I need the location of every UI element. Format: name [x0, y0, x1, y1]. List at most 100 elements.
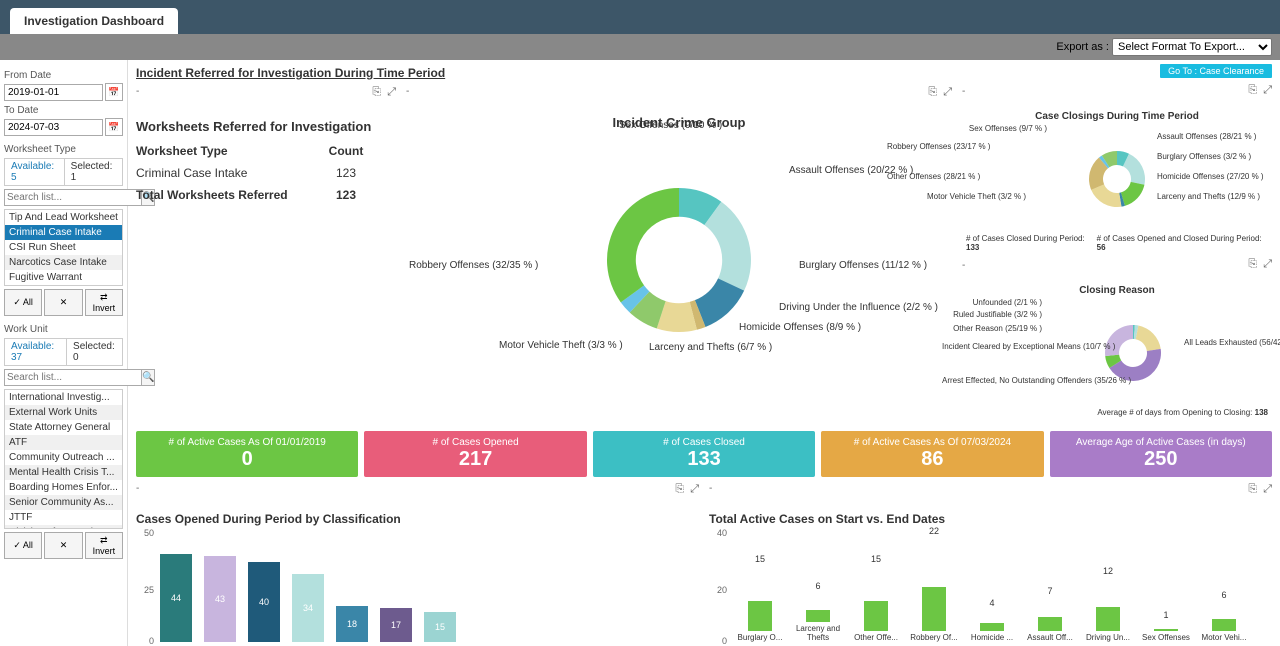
export-icon[interactable]: ⎘ — [1248, 84, 1257, 97]
selected-count[interactable]: Selected: 1 — [65, 158, 123, 186]
mini-label: Ruled Justifiable (3/2 % ) — [942, 310, 1042, 319]
kpi-value: 86 — [825, 448, 1039, 471]
filter-sidebar: From Date 📅 To Date 📅 Worksheet Type Ava… — [0, 60, 128, 646]
list-item[interactable]: Boarding Homes Enfor... — [5, 480, 122, 495]
export-icon[interactable]: ⎘ — [928, 86, 937, 99]
tab-investigation[interactable]: Investigation Dashboard — [10, 8, 178, 34]
export-icon[interactable]: ⎘ — [1248, 483, 1257, 496]
bar[interactable]: 1Sex Offenses — [1139, 629, 1193, 642]
list-item[interactable]: Fugitive Warrant — [5, 270, 122, 285]
list-item[interactable]: Mental Health Crisis T... — [5, 465, 122, 480]
list-item[interactable]: International Investig... — [5, 390, 122, 405]
kpi-row: # of Active Cases As Of 01/01/20190# of … — [136, 431, 1272, 477]
cases-opened-panel: ⎘⤢ - Cases Opened During Period by Class… — [136, 483, 699, 642]
list-item[interactable]: Senior Community As... — [5, 495, 122, 510]
bar[interactable]: 17 — [380, 608, 412, 642]
bar[interactable]: 44 — [160, 554, 192, 642]
list-item[interactable]: Division of Corrections — [5, 525, 122, 529]
list-item[interactable]: Community Outreach ... — [5, 450, 122, 465]
list-item[interactable]: CSI Run Sheet — [5, 240, 122, 255]
closings-title: Case Closings During Time Period — [962, 111, 1272, 122]
from-date-input[interactable] — [4, 84, 103, 101]
invert-button[interactable]: ⇄ Invert — [85, 532, 123, 559]
bar[interactable]: 6Motor Vehi... — [1197, 619, 1251, 642]
selected-count[interactable]: Selected: 0 — [67, 338, 123, 366]
donut-label: Sex Offenses (9/10 % ) — [619, 120, 722, 131]
export-icon[interactable]: ⎘ — [1248, 258, 1257, 271]
expand-icon[interactable]: ⤢ — [1263, 84, 1272, 97]
bar[interactable]: 6Larceny and Thefts — [791, 610, 845, 642]
kpi-card: # of Cases Closed133 — [593, 431, 815, 477]
mini-label: Other Offenses (28/21 % ) — [887, 172, 977, 181]
calendar-icon[interactable]: 📅 — [105, 118, 123, 136]
mini-label: All Leads Exhausted (56/42 % ) — [1184, 338, 1280, 347]
bar[interactable]: 43 — [204, 556, 236, 642]
crime-group-panel: ⎘⤢ - Incident Crime Group Sex Offenses (… — [406, 86, 952, 425]
donut-label: Larceny and Thefts (6/7 % ) — [649, 342, 772, 353]
available-count[interactable]: Available: 37 — [4, 338, 67, 366]
list-item[interactable]: ATF — [5, 435, 122, 450]
export-select[interactable]: Select Format To Export... — [1112, 38, 1272, 56]
all-button[interactable]: ✓ All — [4, 532, 42, 559]
bar[interactable]: 22Robbery Of... — [907, 587, 961, 642]
mini-label: Unfounded (2/1 % ) — [942, 298, 1042, 307]
page-title: Incident Referred for Investigation Duri… — [136, 66, 1272, 80]
export-icon[interactable]: ⎘ — [675, 483, 684, 496]
kpi-title: # of Cases Closed — [597, 437, 811, 448]
clear-button[interactable]: ✕ — [44, 532, 82, 559]
closings-donut[interactable] — [1082, 144, 1152, 214]
clear-button[interactable]: ✕ — [44, 289, 82, 316]
kpi-card: # of Active Cases As Of 01/01/20190 — [136, 431, 358, 477]
active-cases-panel: ⎘⤢ - Total Active Cases on Start vs. End… — [709, 483, 1272, 642]
mini-label: Assault Offenses (28/21 % ) — [1157, 132, 1256, 141]
donut-label: Motor Vehicle Theft (3/3 % ) — [499, 340, 623, 351]
worksheet-type-list[interactable]: Tip And Lead WorksheetCriminal Case Inta… — [4, 209, 123, 286]
kpi-value: 133 — [597, 448, 811, 471]
mini-label: Burglary Offenses (3/2 % ) — [1157, 152, 1251, 161]
donut-label: Burglary Offenses (11/12 % ) — [799, 260, 927, 271]
mini-label: Sex Offenses (9/7 % ) — [957, 124, 1047, 133]
expand-icon[interactable]: ⤢ — [1263, 483, 1272, 496]
worksheet-search-input[interactable] — [4, 189, 142, 206]
bar[interactable]: 12Driving Un... — [1081, 607, 1135, 642]
list-item[interactable]: Tip And Lead Worksheet — [5, 210, 122, 225]
kpi-card: # of Cases Opened217 — [364, 431, 586, 477]
export-icon[interactable]: ⎘ — [372, 86, 381, 99]
closing-reason-panel: ⎘⤢ - Closing Reason Unfounded (2/1 % )Ru… — [962, 260, 1272, 417]
bar[interactable]: 4Homicide ... — [965, 623, 1019, 642]
to-date-label: To Date — [4, 105, 123, 116]
to-date-input[interactable] — [4, 119, 103, 136]
available-count[interactable]: Available: 5 — [4, 158, 65, 186]
list-item[interactable]: External Work Units — [5, 405, 122, 420]
expand-icon[interactable]: ⤢ — [690, 483, 699, 496]
list-item[interactable]: Narcotics Case Intake — [5, 255, 122, 270]
bar[interactable]: 15Burglary O... — [733, 601, 787, 642]
list-item[interactable]: Criminal Case Intake — [5, 225, 122, 240]
invert-button[interactable]: ⇄ Invert — [85, 289, 123, 316]
mini-label: Homicide Offenses (27/20 % ) — [1157, 172, 1264, 181]
work-unit-list[interactable]: International Investig...External Work U… — [4, 389, 123, 529]
bar[interactable]: 18 — [336, 606, 368, 642]
expand-icon[interactable]: ⤢ — [387, 86, 396, 99]
goto-case-clearance[interactable]: Go To : Case Clearance — [1160, 64, 1272, 78]
mini-label: Arrest Effected, No Outstanding Offender… — [942, 376, 1042, 385]
mini-label: Larceny and Thefts (12/9 % ) — [1157, 192, 1260, 201]
active-title: Total Active Cases on Start vs. End Date… — [709, 512, 1272, 526]
bar[interactable]: 7Assault Off... — [1023, 617, 1077, 642]
kpi-title: # of Cases Opened — [368, 437, 582, 448]
bar[interactable]: 34 — [292, 574, 324, 642]
calendar-icon[interactable]: 📅 — [105, 83, 123, 101]
bar[interactable]: 15 — [424, 612, 456, 642]
all-button[interactable]: ✓ All — [4, 289, 42, 316]
bar[interactable]: 40 — [248, 562, 280, 642]
list-item[interactable]: State Attorney General — [5, 420, 122, 435]
bar[interactable]: 15Other Offe... — [849, 601, 903, 642]
kpi-value: 217 — [368, 448, 582, 471]
kpi-card: Average Age of Active Cases (in days)250 — [1050, 431, 1272, 477]
list-item[interactable]: JTTF — [5, 510, 122, 525]
mini-label: Motor Vehicle Theft (3/2 % ) — [927, 192, 1017, 201]
expand-icon[interactable]: ⤢ — [1263, 258, 1272, 271]
expand-icon[interactable]: ⤢ — [943, 86, 952, 99]
donut-label: Homicide Offenses (8/9 % ) — [739, 322, 861, 333]
workunit-search-input[interactable] — [4, 369, 142, 386]
